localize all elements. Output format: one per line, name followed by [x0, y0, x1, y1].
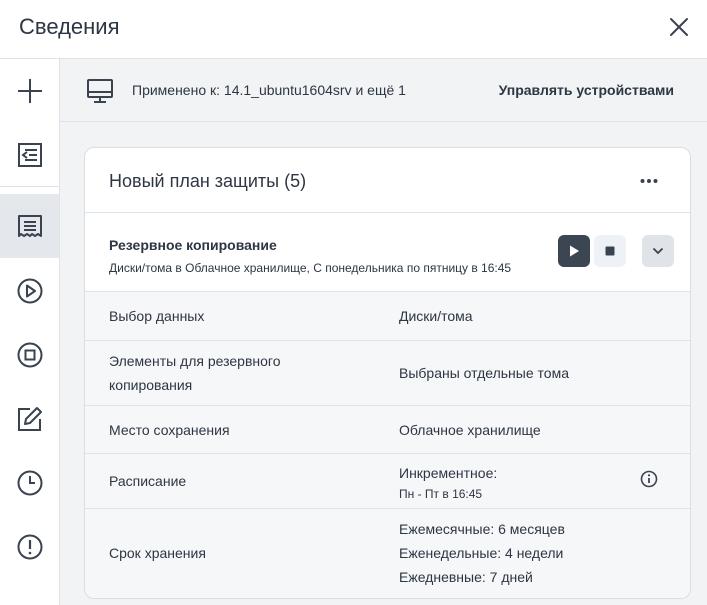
row-label: Место сохранения	[109, 422, 230, 438]
row-label: Срок хранения	[109, 545, 206, 561]
manage-devices-link[interactable]: Управлять устройствами	[499, 82, 674, 98]
row-label: Элементы для резервного копирования	[109, 349, 281, 397]
run-icon	[17, 278, 42, 304]
computer-icon	[86, 77, 114, 110]
page-title: Сведения	[19, 14, 120, 39]
run-backup-button[interactable]	[558, 235, 590, 267]
plan-title: Новый план защиты (5)	[109, 171, 307, 191]
row-value: Инкрементное: Пн - Пт в 16:45	[399, 461, 497, 503]
alert-icon	[17, 534, 42, 560]
retention-daily: Ежедневные: 7 дней	[399, 569, 533, 585]
table-row[interactable]: Место сохранения Облачное хранилище	[85, 406, 690, 454]
sidebar-apply-plan-button[interactable]	[0, 123, 59, 187]
row-label-line: копирования	[109, 377, 193, 393]
retention-weekly: Еженедельные: 4 недели	[399, 545, 564, 561]
row-label: Выбор данных	[109, 308, 205, 324]
backup-section-title: Резервное копирование	[109, 237, 277, 253]
main-panel: Применено к: 14.1_ubuntu1604srv и ещё 1 …	[60, 59, 707, 605]
play-icon	[570, 245, 579, 257]
history-icon	[17, 470, 42, 496]
row-value: Ежемесячные: 6 месяцев Еженедельные: 4 н…	[399, 517, 565, 589]
sidebar-add-button[interactable]	[0, 59, 59, 123]
row-value: Выбраны отдельные тома	[399, 365, 569, 381]
applied-to-text: Применено к: 14.1_ubuntu1604srv и ещё 1	[132, 82, 406, 98]
plan-details-icon	[17, 215, 42, 237]
schedule-type: Инкрементное:	[399, 465, 498, 481]
close-icon[interactable]	[664, 12, 694, 42]
sidebar-history-button[interactable]	[0, 451, 59, 515]
chevron-down-icon	[652, 247, 664, 255]
expand-section-button[interactable]	[642, 235, 674, 267]
info-icon[interactable]	[640, 470, 658, 488]
sidebar-divider	[0, 186, 59, 187]
stop-backup-button[interactable]	[594, 235, 626, 267]
plan-card: Новый план защиты (5) Резервное копирова…	[84, 147, 691, 599]
backup-section: Резервное копирование Диски/тома в Облач…	[85, 213, 690, 292]
schedule-time: Пн - Пт в 16:45	[399, 487, 483, 501]
stop-square-icon	[605, 246, 615, 256]
sidebar-run-button[interactable]	[0, 259, 59, 323]
plus-icon	[17, 79, 42, 103]
row-label: Расписание	[109, 473, 187, 489]
header: Сведения	[0, 0, 707, 59]
plan-card-header: Новый план защиты (5)	[85, 148, 690, 213]
sidebar-alerts-button[interactable]	[0, 515, 59, 579]
apply-plan-icon	[17, 143, 42, 167]
sidebar-edit-button[interactable]	[0, 387, 59, 451]
table-row[interactable]: Выбор данных Диски/тома	[85, 292, 690, 341]
table-row[interactable]: Срок хранения Ежемесячные: 6 месяцев Еже…	[85, 509, 690, 598]
retention-monthly: Ежемесячные: 6 месяцев	[399, 521, 565, 537]
edit-icon	[17, 407, 42, 431]
sidebar	[0, 59, 60, 605]
table-row[interactable]: Расписание Инкрементное: Пн - Пт в 16:45	[85, 454, 690, 509]
table-row[interactable]: Элементы для резервного копирования Выбр…	[85, 341, 690, 406]
row-value: Облачное хранилище	[399, 422, 541, 438]
applied-bar: Применено к: 14.1_ubuntu1604srv и ещё 1 …	[60, 59, 707, 122]
backup-section-summary: Диски/тома в Облачное хранилище, С понед…	[109, 261, 512, 275]
more-options-icon[interactable]	[637, 170, 661, 192]
sidebar-plan-details-button[interactable]	[0, 194, 59, 258]
row-label-line: Элементы для резервного	[109, 353, 281, 369]
row-value: Диски/тома	[399, 308, 473, 324]
stop-icon	[17, 342, 42, 368]
sidebar-stop-button[interactable]	[0, 323, 59, 387]
